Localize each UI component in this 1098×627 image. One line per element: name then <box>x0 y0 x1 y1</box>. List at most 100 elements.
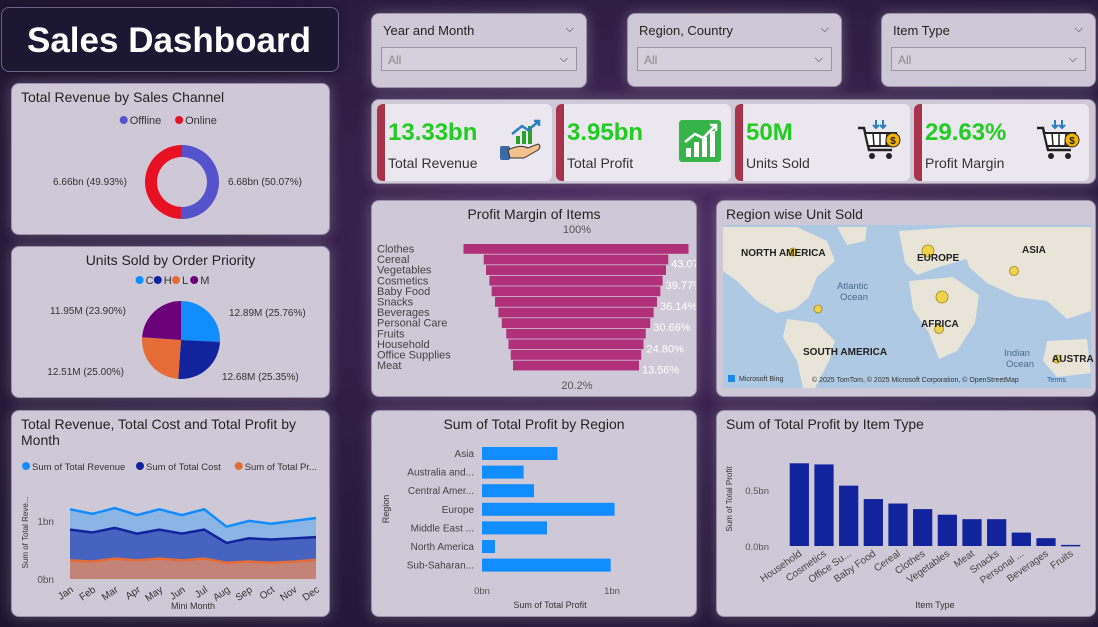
slicer-item-type[interactable]: Item Type ⌵ All ⌵ <box>881 13 1096 87</box>
revenue-by-channel-card[interactable]: Total Revenue by Sales Channel Offline On… <box>11 83 330 235</box>
y-axis-label: Region <box>381 495 391 524</box>
profit-by-item-card[interactable]: Sum of Total Profit by Item Type 0.0bn 0.… <box>716 410 1096 617</box>
chevron-down-icon[interactable]: ⌵ <box>1075 22 1083 36</box>
funnel-data-label: 39.77% <box>666 280 697 292</box>
y-tick-label: 0.5bn <box>745 486 769 497</box>
map-brand-label: Microsoft Bing <box>739 376 783 383</box>
slicer-dropdown[interactable]: All ⌵ <box>381 47 577 71</box>
kpi-profit-margin[interactable]: 29.63% Profit Margin $ <box>914 104 1089 181</box>
funnel-bar <box>491 286 661 297</box>
slicer-region-country[interactable]: Region, Country ⌵ All ⌵ <box>627 13 842 87</box>
kpi-units-sold[interactable]: 50M Units Sold $ <box>735 104 910 181</box>
slicer-dropdown[interactable]: All ⌵ <box>637 47 832 71</box>
slicer-value: All <box>388 53 402 67</box>
region-map[interactable]: NORTH AMERICA EUROPE ASIA AFRICA SOUTH AMERI… <box>717 201 1096 397</box>
legend-label: Sum of Total Revenue <box>32 462 125 473</box>
map-terms-link[interactable]: Terms <box>1047 377 1067 384</box>
kpi-value: 29.63% <box>925 119 1007 146</box>
kpi-total-profit[interactable]: 3.95bn Total Profit <box>556 104 731 181</box>
slice-data-label: 12.89M (25.76%) <box>229 308 306 319</box>
kpi-label: Profit Margin <box>925 155 1005 171</box>
item-type-bar <box>789 463 809 546</box>
map-ocean-label: Ocean <box>1006 359 1034 370</box>
chevron-down-icon: ⌵ <box>559 52 568 65</box>
funnel-bar <box>498 307 654 318</box>
donut-slice-online <box>145 145 182 219</box>
map-ocean-label: Indian <box>1004 348 1030 359</box>
x-tick-label: 0bn <box>474 586 490 597</box>
y-tick-label: North America <box>411 542 475 553</box>
profit-margin-items-card[interactable]: Profit Margin of Items 100% Clothes Cereal… <box>371 200 697 397</box>
units-by-priority-card[interactable]: Units Sold by Order Priority C H L M 12.89M … <box>11 246 330 398</box>
kpi-total-revenue[interactable]: 13.33bn Total Revenue <box>377 104 552 181</box>
legend-label: H <box>164 275 172 287</box>
profit-margin-items-chart: 100%ClothesCereal43.07%VegetablesCosmeti… <box>377 224 697 392</box>
item-type-bar <box>863 499 883 546</box>
map-ocean-label: Ocean <box>840 292 868 303</box>
map-region-label: AFRICA <box>921 319 959 330</box>
funnel-bar <box>510 350 642 360</box>
slice-data-label: 6.66bn (49.93%) <box>53 177 127 188</box>
pie-slice-m <box>142 301 181 340</box>
x-tick-label: Apr <box>124 584 144 602</box>
map-region-label: ASIA <box>1022 245 1046 256</box>
kpi-value: 3.95bn <box>567 119 644 146</box>
funnel-data-label: 30.66% <box>653 322 691 334</box>
chevron-down-icon[interactable]: ⌵ <box>821 22 829 36</box>
y-tick-label: Australia and... <box>407 468 474 479</box>
legend-label: Offline <box>130 115 162 127</box>
funnel-category-label: Meat <box>377 360 401 372</box>
funnel-data-label: 13.56% <box>642 365 680 377</box>
kpi-value: 50M <box>746 119 793 146</box>
chevron-down-icon[interactable]: ⌵ <box>566 22 574 36</box>
units-by-priority-chart: C H L M 12.89M (25.76%) 12.68M (25.35%) 12.51M… <box>47 275 306 383</box>
y-tick-label: Central Amer... <box>408 486 474 497</box>
slicer-dropdown[interactable]: All ⌵ <box>891 47 1086 71</box>
region-bar <box>482 521 547 535</box>
funnel-top-label: 100% <box>563 224 591 236</box>
map-ocean-label: Atlantic <box>837 281 868 292</box>
funnel-data-label: 36.14% <box>660 301 697 313</box>
x-tick-label: Nov <box>278 584 299 603</box>
profit-by-region-card[interactable]: Sum of Total Profit by Region Asia Austra… <box>371 410 697 617</box>
funnel-bar <box>506 328 646 339</box>
y-tick-label: 0.0bn <box>745 542 769 553</box>
legend-label: M <box>200 275 209 287</box>
svg-text:$: $ <box>890 136 896 147</box>
legend-marker <box>135 276 144 284</box>
region-bar <box>482 540 495 553</box>
map-region-label: NORTH AMERICA <box>741 248 826 259</box>
funnel-bar <box>489 275 663 286</box>
item-type-bar <box>962 519 982 546</box>
slicer-label: Item Type <box>893 23 950 38</box>
legend-marker <box>172 276 180 284</box>
slice-data-label: 12.51M (25.00%) <box>47 367 124 378</box>
x-axis-label: Item Type <box>915 600 954 610</box>
legend-marker <box>22 462 30 470</box>
funnel-bar <box>463 244 689 254</box>
svg-text:$: $ <box>1069 136 1075 147</box>
funnel-bar <box>508 339 644 350</box>
donut-slice-offline <box>181 145 220 219</box>
funnel-bar <box>486 265 666 275</box>
map-bubble <box>1009 266 1019 276</box>
y-tick-label: 0bn <box>37 575 54 586</box>
legend-label: Sum of Total Cost <box>146 462 221 473</box>
item-type-bar <box>839 485 859 546</box>
slice-data-label: 11.95M (23.90%) <box>50 306 126 317</box>
item-type-bar <box>1011 532 1031 546</box>
legend-label: Online <box>185 115 217 127</box>
slice-data-label: 6.68bn (50.07%) <box>228 177 302 188</box>
kpi-label: Units Sold <box>746 155 810 171</box>
kpi-label: Total Revenue <box>388 155 478 171</box>
monthly-revenue-chart: Sum of Total Revenue Sum of Total Cost Sum… <box>21 462 322 611</box>
legend-label: L <box>182 275 188 287</box>
item-type-bar <box>1036 538 1056 546</box>
slicer-year-month[interactable]: Year and Month ⌵ All ⌵ <box>371 13 587 88</box>
monthly-revenue-card[interactable]: Total Revenue, Total Cost and Total Prof… <box>11 410 330 617</box>
map-copyright: © 2025 TomTom, © 2025 Microsoft Corporat… <box>812 376 1019 384</box>
pie-slice-l <box>142 337 181 379</box>
region-unit-sold-card[interactable]: Region wise Unit Sold NORTH AMERICA EUROP… <box>716 200 1096 397</box>
kpi-strip: 13.33bn Total Revenue 3.95bn Total Profi… <box>371 99 1096 184</box>
y-tick-label: Sub-Saharan... <box>407 561 474 572</box>
